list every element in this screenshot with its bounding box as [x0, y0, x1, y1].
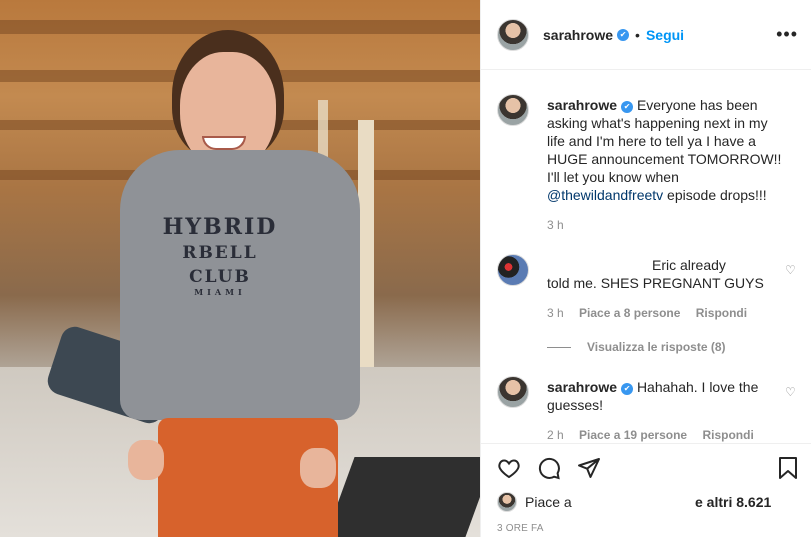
view-replies-label: Visualizza le risposte (8) [587, 340, 726, 354]
caption-text-after: episode drops!!! [663, 187, 767, 203]
caption-body: sarahrowe ✔ Everyone has been asking what… [547, 96, 783, 204]
caption-username[interactable]: sarahrowe [547, 97, 617, 113]
caption-meta: 3 h [547, 218, 576, 232]
comment-reply-button[interactable]: Rispondi [696, 306, 747, 320]
left-hand [128, 440, 164, 480]
comment-like-heart-icon[interactable]: ♡ [785, 386, 797, 398]
separator-dot: • [635, 26, 640, 43]
comment-username[interactable]: sarahrowe [547, 379, 617, 395]
comment-meta: 2 h Piace a 19 persone Rispondi [547, 428, 766, 442]
avatar[interactable] [497, 94, 529, 126]
caption-time[interactable]: 3 h [547, 218, 564, 232]
likes-prefix: Piace a [525, 494, 572, 510]
replies-divider-line [547, 346, 571, 348]
comment-text-line1: Eric already [652, 257, 726, 273]
hoodie-print-line3: MIAMI [194, 286, 246, 297]
post-actions-section: Piace a e altri 8.621 3 ORE FA [481, 443, 811, 537]
avatar[interactable] [497, 376, 529, 408]
header-username[interactable]: sarahrowe [543, 27, 613, 43]
verified-badge-icon: ✔ [617, 28, 630, 41]
follow-button[interactable]: Segui [646, 27, 684, 43]
comment-icon[interactable] [537, 456, 561, 480]
hoodie-print: HYBRID RBELL CLUB MIAMI [150, 215, 290, 296]
view-replies-button[interactable]: Visualizza le risposte (8) [547, 340, 726, 354]
hoodie-print-line2: RBELL CLUB [182, 243, 258, 288]
verified-badge-icon: ✔ [621, 101, 634, 113]
comment-reply-button[interactable]: Rispondi [702, 428, 753, 442]
likes-summary[interactable]: Piace a e altri 8.621 [497, 492, 797, 512]
comment-like-heart-icon[interactable]: ♡ [785, 264, 797, 276]
action-bar [497, 456, 601, 480]
likes-others-count[interactable]: e altri 8.621 [695, 494, 771, 510]
comment-likes-count[interactable]: Piace a 19 persone [579, 428, 687, 442]
share-icon[interactable] [577, 456, 601, 480]
more-options-icon[interactable]: ••• [776, 24, 798, 45]
post-details-panel: sarahrowe ✔ • Segui ••• sarahrowe ✔ Every… [480, 0, 811, 537]
person-figure: HYBRID RBELL CLUB MIAMI [120, 30, 370, 537]
verified-badge-icon: ✔ [621, 383, 634, 395]
comments-list[interactable]: sarahrowe ✔ Everyone has been asking what… [481, 70, 811, 443]
avatar[interactable] [497, 492, 517, 512]
avatar[interactable] [497, 18, 529, 51]
comment-likes-count[interactable]: Piace a 8 persone [579, 306, 680, 320]
comment-text-line2: told me. SHES PREGNANT GUYS [547, 275, 764, 291]
heart-icon[interactable] [497, 456, 521, 480]
comment-meta: 3 h Piace a 8 persone Rispondi [547, 306, 759, 320]
comment-time[interactable]: 3 h [547, 306, 564, 320]
caption-mention-link[interactable]: @thewildandfreetv [547, 187, 663, 203]
bookmark-icon[interactable] [776, 456, 800, 480]
comment-body: sarahrowe ✔ Hahahah. I love the guesses! [547, 378, 783, 414]
right-hand [300, 448, 336, 488]
post-photo[interactable]: HYBRID RBELL CLUB MIAMI [0, 0, 480, 537]
hoodie-print-line1: HYBRID [162, 214, 278, 240]
post-header: sarahrowe ✔ • Segui ••• [481, 0, 811, 70]
comment-body: Eric already told me. SHES PREGNANT GUYS [547, 256, 783, 292]
comment-time[interactable]: 2 h [547, 428, 564, 442]
avatar[interactable] [497, 254, 529, 286]
post-timestamp[interactable]: 3 ORE FA [497, 523, 544, 534]
